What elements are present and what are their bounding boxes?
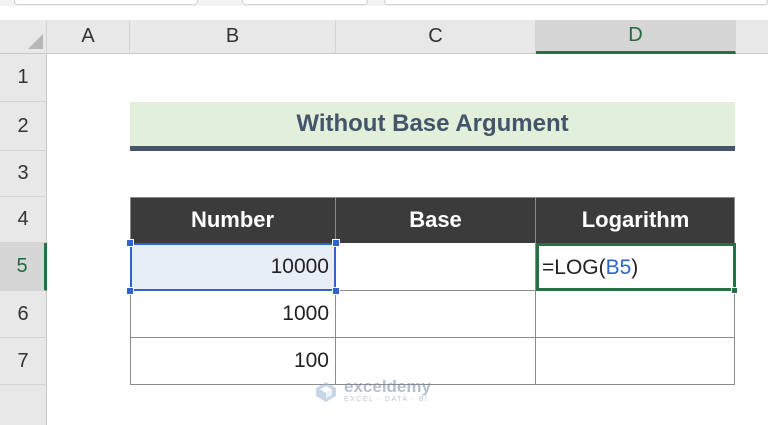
reference-handle-top-left[interactable] — [126, 239, 134, 247]
formula-bar-buttons[interactable] — [242, 0, 368, 5]
row-header-1[interactable]: 1 — [0, 54, 47, 102]
formula-suffix: ) — [631, 255, 639, 279]
row-header-5[interactable]: 5 — [0, 243, 47, 291]
formula-reference: B5 — [605, 255, 632, 279]
name-box[interactable] — [14, 0, 198, 5]
column-header-d[interactable]: D — [536, 20, 736, 54]
banner-underline — [130, 146, 735, 151]
row-header-7[interactable]: 7 — [0, 338, 47, 385]
table-border — [130, 197, 735, 385]
reference-handle-bottom-right[interactable] — [332, 287, 340, 295]
watermark-name: exceldemy — [344, 377, 431, 396]
cell-d5-formula[interactable]: =LOG(B5) — [542, 244, 638, 291]
formula-prefix: =LOG( — [542, 255, 606, 279]
row-header-4[interactable]: 4 — [0, 197, 47, 243]
row-header-3[interactable]: 3 — [0, 151, 47, 197]
fill-handle[interactable] — [731, 287, 738, 294]
watermark: exceldemy EXCEL · DATA · BI — [314, 377, 431, 404]
row-header-2[interactable]: 2 — [0, 102, 47, 151]
exceldemy-logo-icon — [316, 381, 336, 402]
select-all-triangle-icon — [28, 34, 43, 49]
column-header-c[interactable]: C — [336, 20, 536, 54]
formula-bar-input[interactable] — [384, 0, 768, 5]
column-header-b[interactable]: B — [130, 20, 336, 54]
reference-handle-bottom-left[interactable] — [126, 287, 134, 295]
column-header-next[interactable] — [736, 20, 768, 54]
formula-reference-highlight — [130, 243, 336, 291]
watermark-tagline: EXCEL · DATA · BI — [344, 396, 429, 403]
row-header-next[interactable] — [0, 385, 47, 425]
watermark-text: exceldemy EXCEL · DATA · BI — [344, 377, 431, 404]
row-header-6[interactable]: 6 — [0, 291, 47, 338]
reference-handle-top-right[interactable] — [332, 239, 340, 247]
banner-title: Without Base Argument — [130, 102, 735, 146]
column-header-a[interactable]: A — [47, 20, 130, 54]
